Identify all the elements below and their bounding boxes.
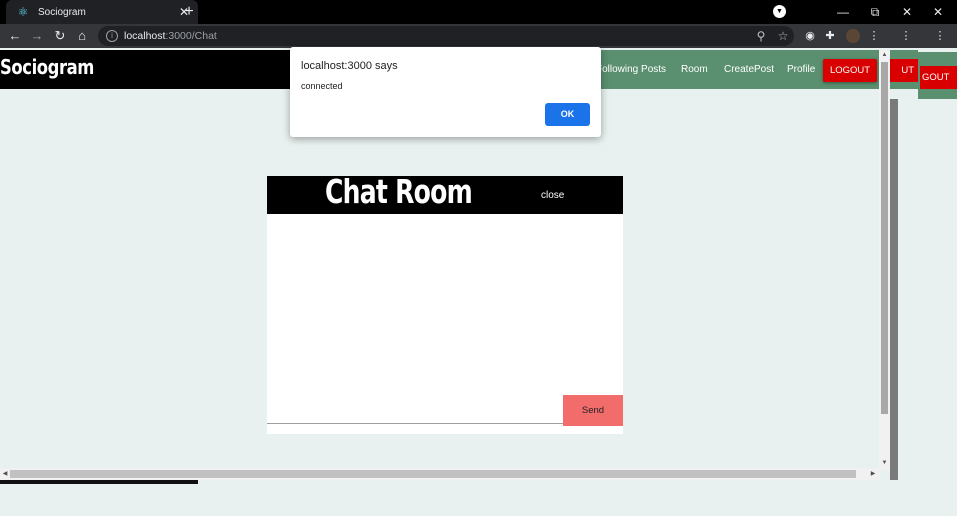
avatar[interactable]	[846, 29, 860, 43]
browser-tab[interactable]: ⚛ Sociogram ✕	[6, 0, 198, 24]
zoom-icon[interactable]: ⚲	[750, 29, 772, 43]
sync-icon[interactable]: ◉	[802, 28, 818, 44]
alert-dialog: localhost:3000 says connected OK	[290, 47, 601, 137]
scroll-left-icon[interactable]: ◀	[0, 468, 10, 480]
horizontal-scrollbar-thumb[interactable]	[10, 470, 856, 478]
window-edge-artifact	[890, 99, 898, 480]
browser-tab-strip: ⚛ Sociogram ✕ + ▼ — ⧉ ✕ ✕	[0, 0, 957, 24]
menu-icon[interactable]: ⋮	[866, 28, 882, 44]
back-icon[interactable]: ←	[5, 26, 25, 46]
send-button[interactable]: Send	[563, 395, 623, 426]
restore-button[interactable]: ⧉	[859, 0, 891, 24]
react-icon: ⚛	[17, 5, 29, 19]
logout-button-artifact-2: GOUT	[920, 66, 957, 89]
new-tab-button[interactable]: +	[180, 2, 198, 22]
minimize-button[interactable]: —	[827, 0, 859, 24]
message-input[interactable]	[267, 396, 563, 424]
forward-icon[interactable]: →	[27, 26, 47, 46]
address-bar[interactable]: i localhost:3000/Chat ⚲ ☆	[98, 26, 794, 46]
star-icon[interactable]: ☆	[772, 29, 794, 43]
vertical-scrollbar-thumb[interactable]	[881, 62, 888, 414]
tab-title: Sociogram	[38, 6, 86, 18]
logout-button[interactable]: LOGOUT	[823, 59, 877, 82]
media-icon[interactable]: ▼	[773, 5, 786, 18]
dialog-ok-button[interactable]: OK	[545, 103, 590, 126]
nav-link-room[interactable]: Room	[681, 64, 708, 75]
close-window-button-duplicate[interactable]: ✕	[922, 0, 954, 24]
nav-link-following-posts[interactable]: Following Posts	[596, 64, 666, 75]
scroll-down-icon[interactable]: ▼	[879, 458, 890, 468]
browser-toolbar: ← → ↻ ⌂ i localhost:3000/Chat ⚲ ☆ ◉ ✚ ⋮ …	[0, 24, 957, 48]
scroll-up-icon[interactable]: ▲	[879, 50, 890, 60]
info-icon[interactable]: i	[106, 30, 118, 42]
menu-icon-duplicate-2[interactable]: ⋮	[932, 28, 948, 44]
navbar-artifact-2: GOUT	[918, 52, 957, 99]
chat-close-button[interactable]: close	[541, 190, 564, 201]
scroll-right-icon[interactable]: ▶	[868, 468, 878, 480]
brand-logo[interactable]: Sociogram	[0, 55, 94, 79]
home-icon[interactable]: ⌂	[72, 26, 92, 46]
dialog-title: localhost:3000 says	[301, 60, 398, 72]
close-window-button[interactable]: ✕	[891, 0, 923, 24]
menu-icon-duplicate[interactable]: ⋮	[898, 28, 914, 44]
nav-link-createpost[interactable]: CreatePost	[724, 64, 774, 75]
url-text[interactable]: localhost:3000/Chat	[124, 30, 750, 42]
taskbar-artifact	[0, 480, 198, 484]
nav-link-profile[interactable]: Profile	[787, 64, 815, 75]
reload-icon[interactable]: ↻	[50, 26, 70, 46]
chat-title: Chat Room	[325, 172, 473, 211]
extensions-icon[interactable]: ✚	[822, 28, 838, 44]
dialog-message: connected	[301, 81, 343, 91]
